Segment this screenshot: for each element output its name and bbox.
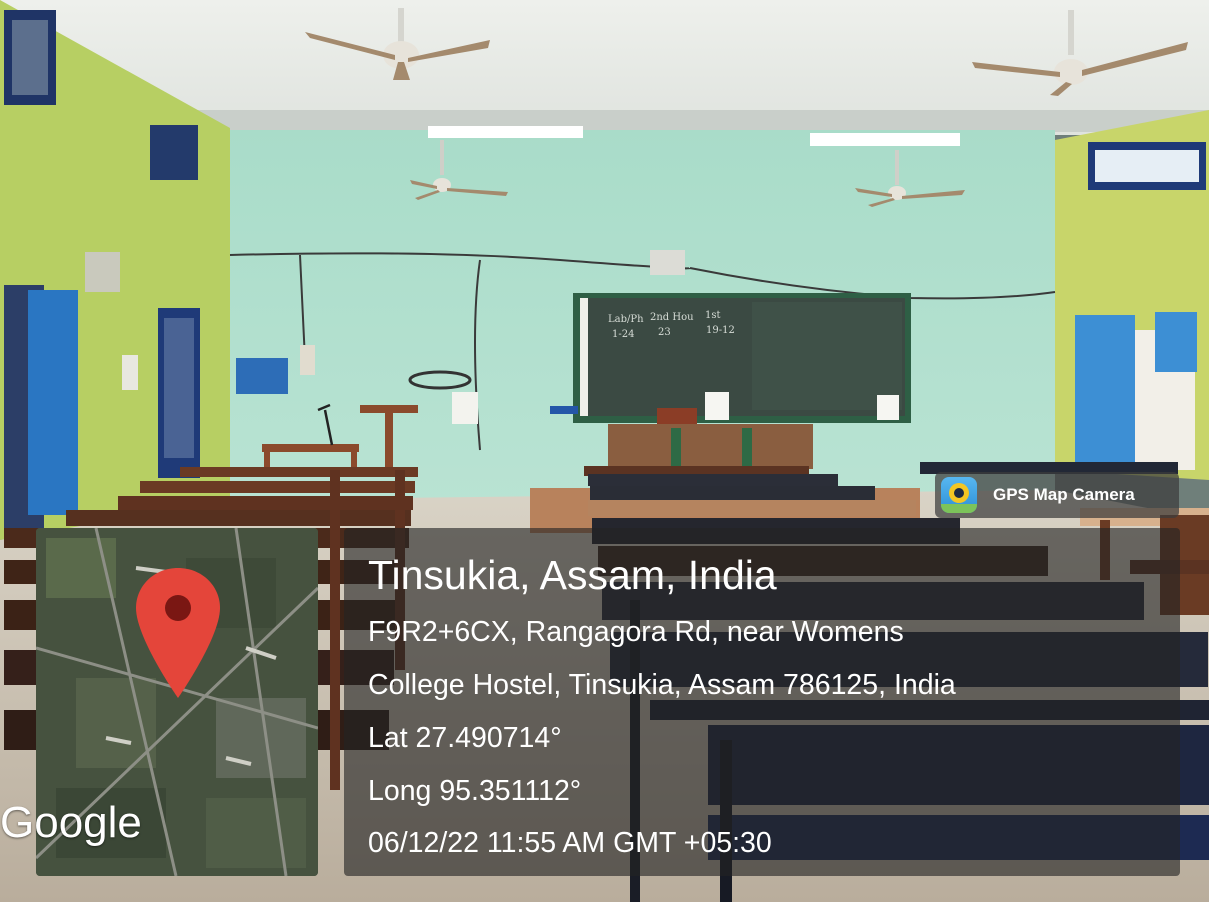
left-small-window <box>150 125 198 180</box>
right-curtain-2 <box>1155 312 1197 372</box>
right-upper-window-glass <box>1095 150 1199 182</box>
gps-map-camera-badge: GPS Map Camera <box>935 472 1179 518</box>
chalk-text-e: 1st <box>705 310 721 321</box>
gps-map-camera-icon <box>941 477 977 513</box>
google-logo: Google <box>0 798 142 847</box>
blackboard-strip <box>580 298 588 416</box>
teacher-desk-stripe-2 <box>742 428 752 466</box>
blackboard-right-panel <box>752 302 902 410</box>
chalk-text-b: 1-24 <box>612 329 634 340</box>
teacher-desk <box>608 424 813 469</box>
tube-light-left <box>428 126 583 138</box>
tube-light-right <box>810 133 960 146</box>
left-door-glass <box>164 318 194 458</box>
address-line-2: College Hostel, Tinsukia, Assam 786125, … <box>368 669 956 701</box>
right-curtain <box>1075 315 1135 465</box>
hanging-paper <box>452 392 478 424</box>
longitude-text: Long 95.351112° <box>368 775 582 807</box>
board-box <box>657 408 697 426</box>
wall-speaker <box>236 358 288 394</box>
wall-socket <box>300 345 315 375</box>
projector-device <box>650 250 685 275</box>
chalk-text-c: 2nd Hou <box>650 312 694 323</box>
location-title: Tinsukia, Assam, India <box>368 552 777 598</box>
left-upper-window-glass <box>12 20 48 95</box>
gps-app-label: GPS Map Camera <box>993 485 1135 504</box>
camera-lens <box>949 483 969 503</box>
switch-panel <box>122 355 138 390</box>
chalk-text-a: Lab/Ph <box>608 314 644 325</box>
chalk-text-f: 19-12 <box>706 325 735 336</box>
address-line-1: F9R2+6CX, Rangagora Rd, near Womens <box>368 616 904 648</box>
chalk-text-d: 23 <box>658 327 671 338</box>
lectern-stand <box>385 410 393 468</box>
datetime-text: 06/12/22 11:55 AM GMT +05:30 <box>368 827 772 859</box>
ceiling-beam <box>95 110 1209 132</box>
latitude-text: Lat 27.490714° <box>368 722 562 754</box>
left-curtain <box>28 290 78 515</box>
board-eraser-ledge <box>550 406 578 414</box>
board-paper-1 <box>705 392 729 420</box>
switch-box <box>85 252 120 292</box>
icon-ground <box>941 504 977 513</box>
teacher-desk-stripe-1 <box>671 428 681 466</box>
board-paper-2 <box>877 395 899 420</box>
side-table <box>262 444 359 452</box>
